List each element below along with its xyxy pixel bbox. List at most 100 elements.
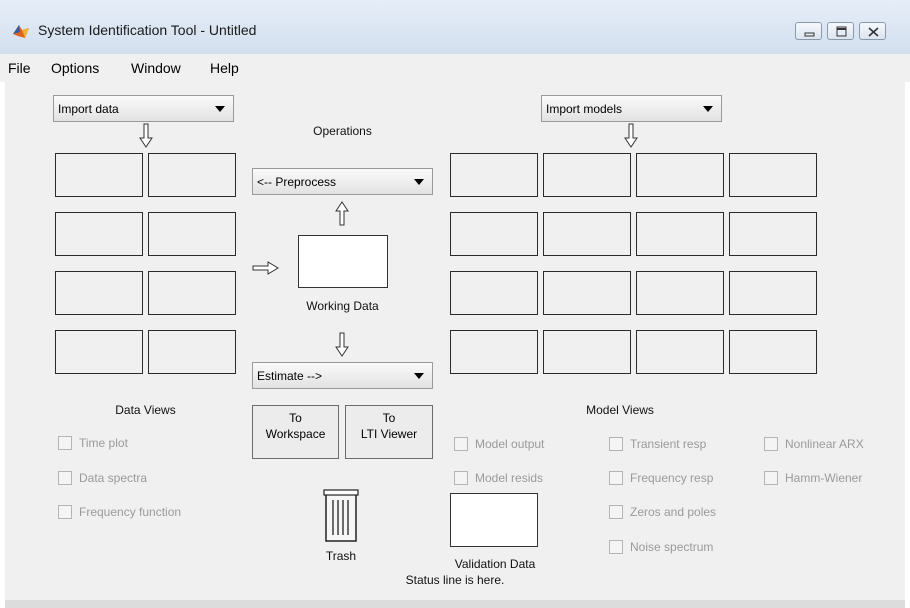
estimate-dropdown[interactable]: Estimate --> — [252, 362, 433, 389]
close-button[interactable] — [859, 22, 886, 40]
import-models-dropdown[interactable]: Import models — [541, 95, 722, 122]
window-title: System Identification Tool - Untitled — [38, 22, 257, 38]
checkbox-label: Transient resp — [630, 437, 707, 451]
minimize-icon — [804, 32, 815, 37]
menu-file[interactable]: File — [8, 60, 31, 76]
to-lti-viewer-button[interactable]: To LTI Viewer — [345, 405, 433, 459]
import-data-dropdown[interactable]: Import data — [53, 95, 234, 122]
data-slot[interactable] — [55, 330, 143, 374]
maximize-icon — [836, 26, 847, 37]
operations-label: Operations — [313, 124, 372, 138]
close-icon — [868, 27, 879, 37]
data-slot[interactable] — [55, 271, 143, 315]
frequency-function-checkbox[interactable]: Frequency function — [58, 505, 181, 519]
validation-data-box[interactable] — [450, 493, 538, 547]
checkbox-label: Time plot — [79, 436, 128, 450]
model-output-checkbox[interactable]: Model output — [454, 437, 544, 451]
model-slot[interactable] — [636, 271, 724, 315]
down-arrow-icon — [624, 123, 638, 148]
model-slot[interactable] — [729, 271, 817, 315]
dropdown-arrow-icon — [703, 106, 713, 112]
menu-help[interactable]: Help — [210, 60, 239, 76]
nonlinear-arx-checkbox[interactable]: Nonlinear ARX — [764, 437, 864, 451]
working-data-box[interactable] — [298, 235, 388, 288]
import-models-label: Import models — [546, 102, 623, 116]
model-slot[interactable] — [636, 330, 724, 374]
model-slot[interactable] — [729, 153, 817, 197]
model-slot[interactable] — [729, 212, 817, 256]
model-slot[interactable] — [450, 330, 538, 374]
checkbox-box — [764, 437, 778, 451]
data-spectra-checkbox[interactable]: Data spectra — [58, 471, 147, 485]
checkbox-box — [609, 471, 623, 485]
checkbox-box — [58, 471, 72, 485]
data-slot[interactable] — [148, 330, 236, 374]
status-line: Status line is here. — [405, 573, 505, 587]
model-slot[interactable] — [729, 330, 817, 374]
model-slot[interactable] — [450, 212, 538, 256]
preprocess-dropdown[interactable]: <-- Preprocess — [252, 168, 433, 195]
checkbox-label: Frequency function — [79, 505, 182, 519]
model-views-label: Model Views — [586, 403, 654, 417]
checkbox-label: Nonlinear ARX — [785, 437, 864, 451]
model-slot[interactable] — [450, 153, 538, 197]
model-slot[interactable] — [450, 271, 538, 315]
checkbox-box — [764, 471, 778, 485]
matlab-membrane-icon — [13, 25, 29, 38]
validation-data-label: Validation Data — [454, 557, 536, 571]
dropdown-arrow-icon — [414, 179, 424, 185]
time-plot-checkbox[interactable]: Time plot — [58, 436, 128, 450]
to-workspace-button[interactable]: To Workspace — [252, 405, 339, 459]
frequency-resp-checkbox[interactable]: Frequency resp — [609, 471, 713, 485]
model-resids-checkbox[interactable]: Model resids — [454, 471, 543, 485]
checkbox-label: Zeros and poles — [630, 505, 717, 519]
checkbox-box — [58, 505, 72, 519]
data-slot[interactable] — [148, 212, 236, 256]
trash-can-icon[interactable] — [321, 487, 361, 543]
import-data-label: Import data — [58, 102, 119, 116]
model-slot[interactable] — [543, 330, 631, 374]
data-slot[interactable] — [148, 271, 236, 315]
down-arrow-icon — [335, 332, 349, 357]
down-arrow-icon — [139, 123, 153, 148]
model-slot[interactable] — [543, 212, 631, 256]
model-slot[interactable] — [543, 271, 631, 315]
button-label-line: To — [382, 411, 396, 425]
button-label-line: LTI Viewer — [360, 427, 418, 441]
button-label-line: To — [289, 411, 302, 425]
noise-spectrum-checkbox[interactable]: Noise spectrum — [609, 540, 713, 554]
checkbox-label: Data spectra — [79, 471, 148, 485]
maximize-button[interactable] — [827, 22, 854, 40]
checkbox-label: Noise spectrum — [630, 540, 714, 554]
data-slot[interactable] — [55, 153, 143, 197]
menu-window[interactable]: Window — [131, 60, 181, 76]
checkbox-label: Model resids — [475, 471, 544, 485]
checkbox-box — [454, 437, 468, 451]
checkbox-label: Model output — [475, 437, 545, 451]
right-arrow-icon — [252, 261, 279, 275]
checkbox-label: Hamm-Wiener — [785, 471, 863, 485]
model-slot[interactable] — [636, 212, 724, 256]
checkbox-box — [609, 437, 623, 451]
trash-label: Trash — [325, 549, 357, 563]
data-slot[interactable] — [55, 212, 143, 256]
checkbox-box — [609, 505, 623, 519]
up-arrow-icon — [335, 201, 349, 226]
checkbox-label: Frequency resp — [630, 471, 714, 485]
checkbox-box — [609, 540, 623, 554]
transient-resp-checkbox[interactable]: Transient resp — [609, 437, 706, 451]
menu-options[interactable]: Options — [51, 60, 99, 76]
model-slot[interactable] — [543, 153, 631, 197]
checkbox-box — [454, 471, 468, 485]
zeros-and-poles-checkbox[interactable]: Zeros and poles — [609, 505, 716, 519]
checkbox-box — [58, 436, 72, 450]
data-views-label: Data Views — [115, 403, 176, 417]
hamm-wiener-checkbox[interactable]: Hamm-Wiener — [764, 471, 862, 485]
model-slot[interactable] — [636, 153, 724, 197]
minimize-button[interactable] — [795, 22, 822, 40]
estimate-label: Estimate --> — [257, 369, 323, 383]
button-label-line: Workspace — [265, 427, 326, 441]
data-slot[interactable] — [148, 153, 236, 197]
working-data-label: Working Data — [306, 299, 379, 313]
dropdown-arrow-icon — [215, 106, 225, 112]
